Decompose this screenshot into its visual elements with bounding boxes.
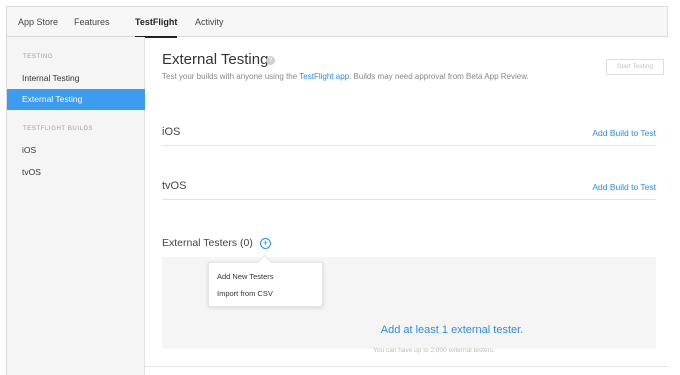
tab-testflight[interactable]: TestFlight bbox=[135, 7, 178, 38]
ios-add-build-link[interactable]: Add Build to Test bbox=[592, 128, 656, 138]
sidebar-heading-builds: TESTFLIGHT BUILDS bbox=[23, 126, 94, 132]
subtitle-text-end: . Builds may need approval from Beta App… bbox=[349, 72, 529, 81]
divider bbox=[162, 145, 656, 146]
sidebar-item-tvos[interactable]: tvOS bbox=[7, 162, 145, 183]
start-testing-button[interactable]: Start Testing bbox=[606, 59, 664, 75]
page-title: External Testing bbox=[162, 51, 269, 68]
menu-item-import-csv[interactable]: Import from CSV bbox=[217, 289, 273, 298]
sidebar-item-external-testing[interactable]: External Testing bbox=[7, 89, 145, 110]
top-tab-bar: App Store Features TestFlight Activity bbox=[6, 6, 668, 38]
tester-limit-note: You can have up to 2,000 external tester… bbox=[373, 347, 495, 354]
main-content: External Testing ? Test your builds with… bbox=[145, 37, 668, 375]
tab-activity[interactable]: Activity bbox=[195, 7, 224, 37]
sidebar: TESTING Internal Testing External Testin… bbox=[6, 37, 145, 375]
page-subtitle: Test your builds with anyone using the T… bbox=[162, 72, 529, 81]
tvos-add-build-link[interactable]: Add Build to Test bbox=[592, 182, 656, 192]
external-testers-heading: External Testers (0) bbox=[162, 237, 253, 249]
ios-section-label: iOS bbox=[162, 126, 181, 138]
sidebar-item-ios[interactable]: iOS bbox=[7, 140, 145, 161]
tvos-section-label: tvOS bbox=[162, 180, 187, 192]
help-icon[interactable]: ? bbox=[266, 56, 275, 65]
menu-item-add-new-testers[interactable]: Add New Testers bbox=[217, 272, 274, 281]
add-testers-menu: Add New Testers Import from CSV bbox=[208, 262, 323, 307]
sidebar-heading-testing: TESTING bbox=[23, 54, 54, 60]
tab-app-store[interactable]: App Store bbox=[18, 7, 58, 37]
add-tester-icon[interactable]: + bbox=[260, 238, 271, 249]
sidebar-item-internal-testing[interactable]: Internal Testing bbox=[7, 68, 145, 89]
testflight-app-link[interactable]: TestFlight app bbox=[299, 72, 349, 81]
tab-features[interactable]: Features bbox=[74, 7, 110, 37]
divider bbox=[145, 366, 668, 367]
divider bbox=[162, 199, 656, 200]
subtitle-text: Test your builds with anyone using the bbox=[162, 72, 300, 81]
add-tester-prompt[interactable]: Add at least 1 external tester. bbox=[352, 324, 552, 336]
